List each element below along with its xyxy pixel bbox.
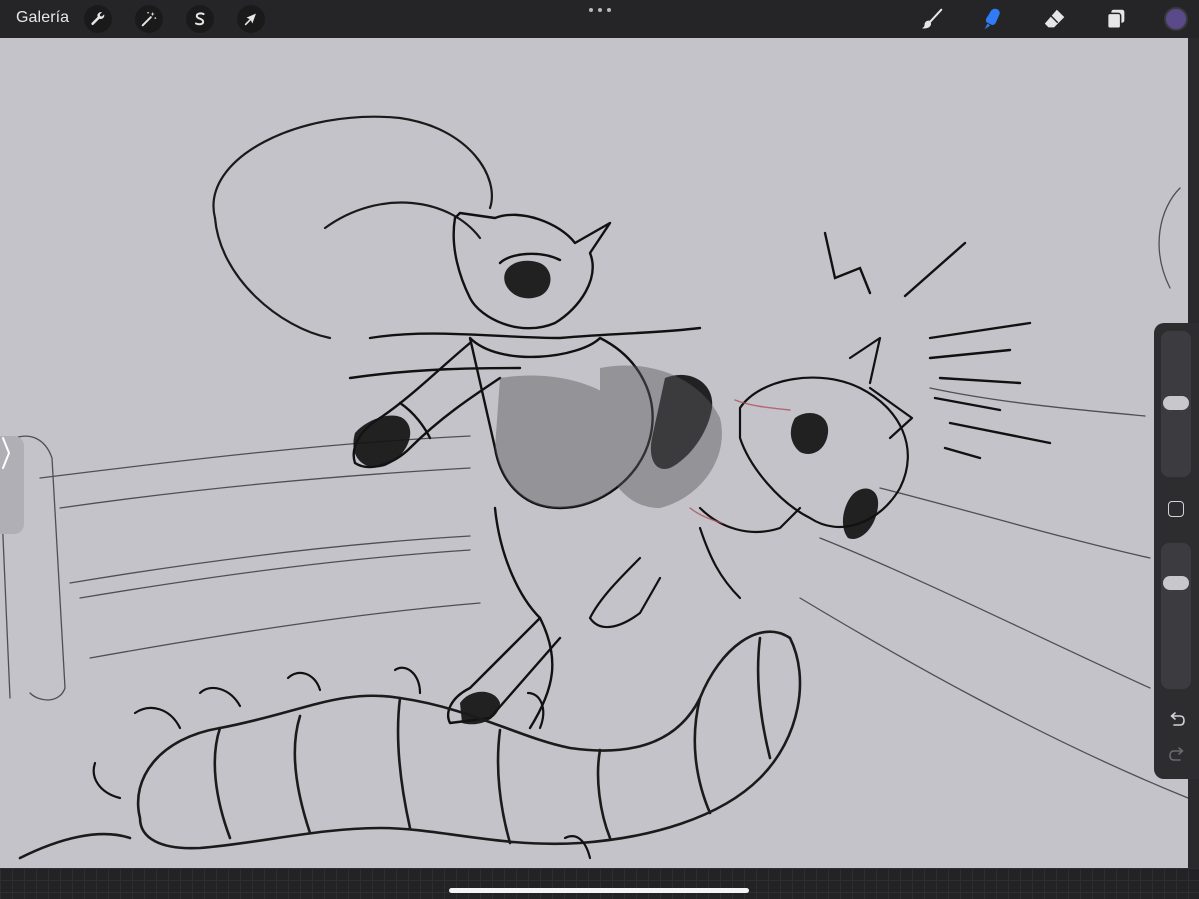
smudge-icon	[984, 8, 1000, 30]
smudge-tool-button[interactable]	[978, 4, 1008, 34]
undo-button[interactable]	[1166, 711, 1188, 729]
eraser-icon	[1044, 9, 1065, 28]
chevron-right-icon	[2, 437, 10, 469]
redo-button[interactable]	[1166, 746, 1188, 764]
opacity-slider-thumb[interactable]	[1163, 576, 1189, 590]
drawing-canvas[interactable]	[0, 38, 1188, 868]
opacity-slider[interactable]	[1161, 543, 1191, 689]
top-toolbar: Galería	[0, 0, 1199, 38]
gallery-button[interactable]: Galería	[16, 9, 69, 27]
redo-icon	[1169, 747, 1184, 761]
brush-icon	[921, 8, 943, 29]
brush-tool-button[interactable]	[917, 4, 947, 34]
actions-button[interactable]	[84, 5, 112, 33]
transform-button[interactable]	[237, 5, 265, 33]
left-panel-toggle[interactable]	[0, 436, 24, 534]
magic-wand-icon	[141, 11, 157, 27]
brush-size-slider-thumb[interactable]	[1163, 396, 1189, 410]
layers-icon	[1106, 9, 1125, 30]
arrow-cursor-icon	[244, 13, 256, 26]
wrench-icon	[91, 12, 105, 26]
selection-button[interactable]	[186, 5, 214, 33]
undo-icon	[1170, 712, 1185, 726]
eraser-tool-button[interactable]	[1040, 4, 1070, 34]
more-options-handle[interactable]	[589, 8, 611, 14]
sketch-artwork	[0, 115, 1188, 860]
brush-size-slider[interactable]	[1161, 331, 1191, 477]
selection-s-icon	[194, 12, 205, 26]
home-indicator[interactable]	[449, 888, 749, 893]
layers-button[interactable]	[1101, 4, 1131, 34]
color-picker-swatch[interactable]	[1164, 7, 1188, 31]
adjustments-button[interactable]	[135, 5, 163, 33]
bottom-grid-bar	[0, 868, 1199, 899]
right-sidebar	[1154, 323, 1199, 779]
modify-button[interactable]	[1168, 501, 1184, 517]
